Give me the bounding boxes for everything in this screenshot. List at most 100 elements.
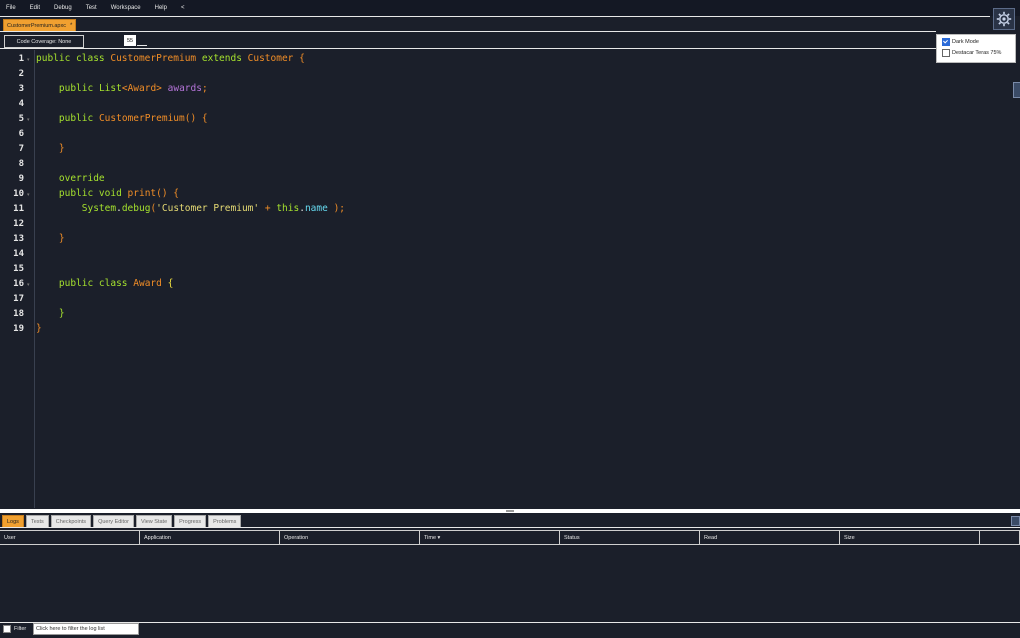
- code-token: print: [127, 188, 157, 199]
- fold-arrow-icon[interactable]: ▾: [27, 282, 30, 288]
- code-editor[interactable]: 1 ▾ 2 3 4 5 ▾ 6 7 8 9 10 ▾ 11 12 13 14 15 16 ▾ 17 18 19 public…: [0, 50, 1020, 508]
- line-number: 3: [18, 84, 24, 94]
- font-size-input[interactable]: 55: [124, 35, 136, 46]
- menu-help[interactable]: Help: [149, 5, 175, 11]
- code-token: Award: [127, 83, 157, 94]
- column-header[interactable]: Size: [840, 531, 980, 544]
- code-line[interactable]: public class CustomerPremium extends Cus…: [36, 51, 305, 66]
- menu-bar: File Edit Debug Test Workspace Help <: [0, 0, 1020, 16]
- code-token: }: [58, 308, 65, 319]
- column-header[interactable]: Read: [700, 531, 840, 544]
- code-token: this: [276, 203, 300, 214]
- code-line[interactable]: public class Award {: [36, 276, 173, 291]
- line-number: 4: [18, 99, 24, 109]
- file-tab-close[interactable]: *: [70, 23, 72, 29]
- code-token: () {: [156, 188, 180, 199]
- menu-collapse[interactable]: <: [175, 5, 193, 11]
- code-token: }: [58, 143, 65, 154]
- code-token: );: [333, 203, 346, 214]
- line-number: 14: [13, 249, 24, 259]
- code-token: override: [58, 173, 105, 184]
- code-line[interactable]: public void print() {: [36, 186, 179, 201]
- file-tab-bar: CustomerPremium.apxc *: [0, 17, 77, 31]
- line-number: 17: [13, 294, 24, 304]
- code-line[interactable]: }: [36, 141, 65, 156]
- code-token: public void: [58, 188, 128, 199]
- code-token: }: [58, 233, 65, 244]
- column-header[interactable]: Time ▾: [420, 531, 560, 544]
- code-token: name: [304, 203, 328, 214]
- code-token: {: [293, 53, 305, 64]
- log-filter-input[interactable]: Click here to filter the log list: [33, 623, 139, 635]
- dark-mode-checkbox[interactable]: [942, 38, 950, 46]
- dark-mode-option[interactable]: Dark Mode: [942, 38, 1015, 46]
- filter-label: Filter: [14, 626, 27, 632]
- menu-file[interactable]: File: [0, 5, 24, 11]
- line-number: 11: [13, 204, 24, 214]
- code-line[interactable]: }: [36, 321, 42, 336]
- code-token: debug: [121, 203, 151, 214]
- fold-arrow-icon[interactable]: ▾: [27, 192, 30, 198]
- bottom-panel-toggle[interactable]: [1011, 516, 1020, 526]
- column-header[interactable]: Application: [140, 531, 280, 544]
- code-line[interactable]: }: [36, 231, 65, 246]
- code-token: public: [58, 83, 99, 94]
- code-token: Customer: [247, 53, 294, 64]
- code-token: public: [58, 113, 99, 124]
- line-number: 12: [13, 219, 24, 229]
- code-token: System: [81, 203, 117, 214]
- splitter-grip[interactable]: [506, 510, 514, 512]
- line-number: 10: [13, 189, 24, 199]
- code-token: }: [36, 323, 42, 334]
- menu-workspace[interactable]: Workspace: [105, 5, 149, 11]
- fold-arrow-icon[interactable]: ▾: [27, 57, 30, 63]
- menu-edit[interactable]: Edit: [24, 5, 48, 11]
- toolbar-divider-bottom: [0, 48, 936, 49]
- toolbar-divider-top: [0, 31, 936, 32]
- fold-arrow-icon[interactable]: ▾: [27, 117, 30, 123]
- dark-mode-label: Dark Mode: [952, 39, 979, 45]
- code-line[interactable]: public List<Award> awards;: [36, 81, 208, 96]
- gear-icon: [996, 11, 1012, 27]
- code-coverage-select[interactable]: Code Coverage: None: [4, 35, 84, 48]
- line-number: 5: [18, 114, 24, 124]
- code-line[interactable]: System.debug('Customer Premium' + this.n…: [36, 201, 345, 216]
- line-number: 2: [18, 69, 24, 79]
- line-number: 13: [13, 234, 24, 244]
- settings-gear-icon[interactable]: [993, 8, 1015, 30]
- log-table-header: User Application Operation Time ▾ Status Read…: [0, 531, 1020, 544]
- code-token: public class: [36, 53, 111, 64]
- code-line[interactable]: public CustomerPremium() {: [36, 111, 208, 126]
- menu-divider: [0, 16, 990, 17]
- menu-debug[interactable]: Debug: [48, 5, 80, 11]
- code-token: >: [156, 83, 168, 94]
- code-token: public class: [58, 278, 134, 289]
- column-header[interactable]: User: [0, 531, 140, 544]
- log-header-bottom-border: [0, 544, 1020, 545]
- column-header[interactable]: Operation: [280, 531, 420, 544]
- bottom-tab-divider: [0, 527, 1020, 528]
- column-header-spacer: [980, 531, 1020, 544]
- code-line[interactable]: }: [36, 306, 65, 321]
- file-tab-label: CustomerPremium.apxc: [7, 22, 66, 29]
- line-number: 9: [18, 174, 24, 184]
- filter-toggle[interactable]: Filter: [3, 625, 26, 633]
- column-header[interactable]: Status: [560, 531, 700, 544]
- code-token: {: [167, 278, 174, 289]
- footer-divider: [0, 622, 1020, 623]
- panel-splitter[interactable]: [0, 509, 1020, 513]
- code-token: () {: [184, 113, 208, 124]
- file-tab[interactable]: CustomerPremium.apxc *: [3, 19, 77, 31]
- code-line[interactable]: override: [36, 171, 105, 186]
- menu-test[interactable]: Test: [80, 5, 105, 11]
- line-number: 1: [18, 54, 24, 64]
- filter-checkbox[interactable]: [3, 625, 11, 633]
- code-token: 'Customer Premium': [156, 203, 260, 214]
